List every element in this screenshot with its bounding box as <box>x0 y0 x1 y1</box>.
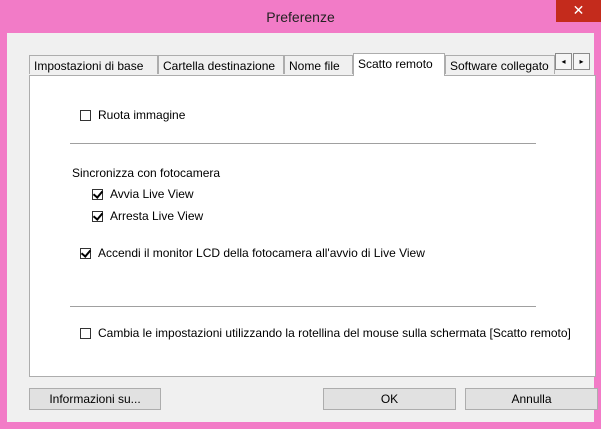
stop-live-view-label: Arresta Live View <box>110 209 204 223</box>
arrow-right-icon: ▸ <box>579 57 584 66</box>
stop-live-view-checkbox[interactable] <box>92 210 103 222</box>
lcd-monitor-label: Accendi il monitor LCD della fotocamera … <box>98 246 425 260</box>
close-icon: ✕ <box>572 2 585 18</box>
mouse-wheel-label: Cambia le impostazioni utilizzando la ro… <box>98 326 571 340</box>
lcd-monitor-option[interactable]: Accendi il monitor LCD della fotocamera … <box>80 246 425 260</box>
separator-top <box>70 143 536 144</box>
rotate-image-checkbox[interactable] <box>80 109 91 121</box>
start-live-view-checkbox[interactable] <box>92 188 103 200</box>
tab-scroll-left-button[interactable]: ◂ <box>555 53 572 70</box>
tab-scroll-arrows: ◂ ▸ <box>555 53 591 71</box>
tab-software-collegato[interactable]: Software collegato <box>445 55 555 74</box>
close-button[interactable]: ✕ <box>556 0 601 22</box>
mouse-wheel-option[interactable]: Cambia le impostazioni utilizzando la ro… <box>80 326 571 340</box>
mouse-wheel-checkbox[interactable] <box>80 327 91 339</box>
start-live-view-option[interactable]: Avvia Live View <box>92 187 194 201</box>
remote-shooting-panel: Ruota immagine Sincronizza con fotocamer… <box>29 75 596 377</box>
window-title: Preferenze <box>266 9 335 25</box>
ok-button[interactable]: OK <box>323 388 456 410</box>
tab-impostazioni-di-base[interactable]: Impostazioni di base <box>29 55 158 74</box>
rotate-image-label: Ruota immagine <box>98 108 186 122</box>
lcd-monitor-checkbox[interactable] <box>80 247 91 259</box>
stop-live-view-option[interactable]: Arresta Live View <box>92 209 203 223</box>
tab-label: Nome file <box>289 59 340 73</box>
tab-label: Cartella destinazione <box>163 59 276 73</box>
tab-scatto-remoto[interactable]: Scatto remoto <box>353 53 445 76</box>
title-bar[interactable]: Preferenze ✕ <box>0 0 601 33</box>
tab-label: Scatto remoto <box>358 57 433 71</box>
sync-camera-group-label: Sincronizza con fotocamera <box>72 166 221 180</box>
tab-label: Impostazioni di base <box>34 59 144 73</box>
rotate-image-option[interactable]: Ruota immagine <box>80 108 185 122</box>
start-live-view-label: Avvia Live View <box>110 187 194 201</box>
separator-bottom <box>70 306 536 307</box>
tab-nome-file[interactable]: Nome file <box>284 55 353 74</box>
cancel-button[interactable]: Annulla <box>465 388 598 410</box>
preferences-window: Preferenze ✕ Impostazioni di base Cartel… <box>0 0 601 429</box>
arrow-left-icon: ◂ <box>561 57 566 66</box>
about-button[interactable]: Informazioni su... <box>29 388 161 410</box>
tab-cartella-destinazione[interactable]: Cartella destinazione <box>158 55 284 74</box>
tab-scroll-right-button[interactable]: ▸ <box>573 53 590 70</box>
tab-label: Software collegato <box>450 59 549 73</box>
